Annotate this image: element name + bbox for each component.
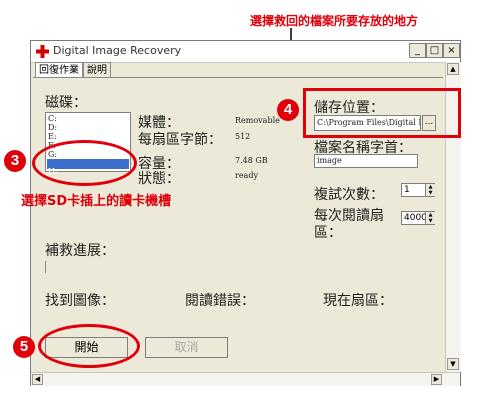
- annotation-step-5: 5: [13, 336, 35, 358]
- progress-bar: [45, 261, 442, 273]
- scroll-down-arrow-icon[interactable]: ▼: [447, 358, 459, 370]
- retry-count-label: 複試次數：: [314, 187, 384, 203]
- filename-prefix-input[interactable]: image: [314, 154, 418, 168]
- disk-item[interactable]: D:: [48, 123, 57, 132]
- capacity-value: 7.48 GB: [235, 156, 268, 165]
- spinner-arrows-icon[interactable]: ▲ ▼: [425, 184, 435, 196]
- annotation-storage-note: 選擇救回的檔案所要存放的地方: [250, 14, 419, 28]
- tab-recovery[interactable]: 回復作業: [35, 62, 83, 78]
- horizontal-scrollbar[interactable]: ◀ ▶: [31, 372, 460, 386]
- annotation-ellipse-disk: [32, 140, 137, 186]
- maximize-button[interactable]: □: [426, 43, 443, 58]
- cancel-button[interactable]: 取消: [145, 337, 228, 358]
- minimize-button[interactable]: _: [409, 43, 426, 58]
- disk-label: 磁碟：: [45, 95, 87, 111]
- status-value: ready: [235, 171, 258, 180]
- retry-count-spinner[interactable]: 1 ▲ ▼: [401, 183, 435, 197]
- annotation-step-4: 4: [277, 99, 299, 121]
- sector-label: 每扇區字節：: [138, 132, 222, 148]
- tab-divider: [33, 77, 443, 78]
- annotation-sd-note: 選擇SD卡插上的讀卡機槽: [21, 194, 172, 209]
- annotation-box-storage: [303, 88, 461, 138]
- red-cross-app-icon: [36, 45, 49, 58]
- media-value: Removable: [235, 116, 280, 125]
- sectors-per-read-label-2: 區：: [314, 225, 342, 241]
- scroll-left-arrow-icon[interactable]: ◀: [32, 374, 43, 385]
- annotation-ellipse-start: [38, 324, 140, 368]
- tab-help[interactable]: 說明: [83, 62, 111, 77]
- scroll-right-arrow-icon[interactable]: ▶: [431, 374, 442, 385]
- close-button[interactable]: ×: [443, 43, 460, 58]
- sector-value: 512: [235, 132, 251, 141]
- window-title: Digital Image Recovery: [53, 44, 182, 57]
- status-label: 狀態：: [138, 171, 180, 187]
- read-errors-label: 閱讀錯誤：: [185, 293, 255, 309]
- current-sector-label: 現在扇區：: [323, 293, 393, 309]
- progress-label: 補救進展：: [45, 243, 115, 259]
- disk-item[interactable]: C:: [48, 114, 57, 123]
- spinner-arrows-icon[interactable]: ▲ ▼: [425, 212, 435, 224]
- sectors-per-read-spinner[interactable]: 4000 ▲ ▼: [401, 211, 435, 225]
- title-bar: Digital Image Recovery _ □ ×: [31, 41, 460, 63]
- annotation-step-3: 3: [4, 150, 26, 172]
- scroll-up-arrow-icon[interactable]: ▲: [447, 63, 459, 75]
- found-images-label: 找到圖像：: [45, 293, 115, 309]
- disk-item[interactable]: E:: [48, 132, 57, 141]
